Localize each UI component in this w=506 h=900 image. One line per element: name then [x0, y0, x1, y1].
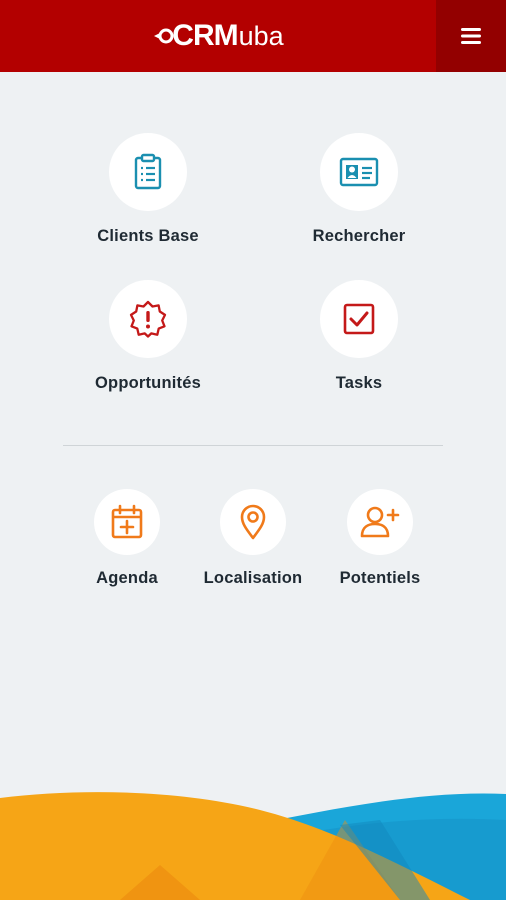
tile-icon-circle	[347, 489, 413, 555]
app-logo: CRM uba	[0, 0, 436, 72]
tile-potentiels[interactable]: Potentiels	[320, 489, 440, 588]
tile-label: Localisation	[203, 569, 303, 587]
logo-text-light: uba	[238, 20, 284, 51]
tile-icon-circle	[320, 280, 398, 358]
alert-badge-icon	[129, 300, 167, 338]
decorative-wave-footer	[0, 792, 506, 900]
id-card-icon	[339, 157, 379, 187]
section-divider	[63, 445, 443, 446]
clipboard-list-icon	[134, 153, 162, 190]
tile-icon-circle	[109, 280, 187, 358]
tile-tasks[interactable]: Tasks	[279, 280, 439, 393]
tile-icon-circle	[109, 133, 187, 211]
tile-label: Clients Base	[97, 227, 199, 245]
tile-clients-base[interactable]: Clients Base	[68, 133, 228, 246]
app-header: CRM uba	[0, 0, 506, 72]
menu-button[interactable]	[436, 0, 506, 72]
tile-opportunites[interactable]: Opportunités	[68, 280, 228, 393]
tile-rechercher[interactable]: Rechercher	[279, 133, 439, 246]
tile-label: Potentiels	[339, 569, 421, 587]
logo-text-bold: CRM	[172, 19, 238, 52]
tile-label: Rechercher	[312, 227, 406, 245]
tile-label: Opportunités	[95, 374, 201, 392]
tile-icon-circle	[320, 133, 398, 211]
calendar-plus-icon	[111, 504, 143, 539]
tile-localisation[interactable]: Localisation	[193, 489, 313, 588]
tile-label: Tasks	[335, 374, 383, 392]
map-pin-icon	[240, 504, 266, 540]
logo-mark-icon	[154, 28, 174, 44]
tile-icon-circle	[220, 489, 286, 555]
tile-agenda[interactable]: Agenda	[67, 489, 187, 588]
user-plus-icon	[360, 506, 400, 538]
tile-icon-circle	[94, 489, 160, 555]
checkbox-icon	[343, 303, 375, 335]
hamburger-menu-icon	[461, 28, 481, 44]
tile-label: Agenda	[96, 569, 158, 587]
